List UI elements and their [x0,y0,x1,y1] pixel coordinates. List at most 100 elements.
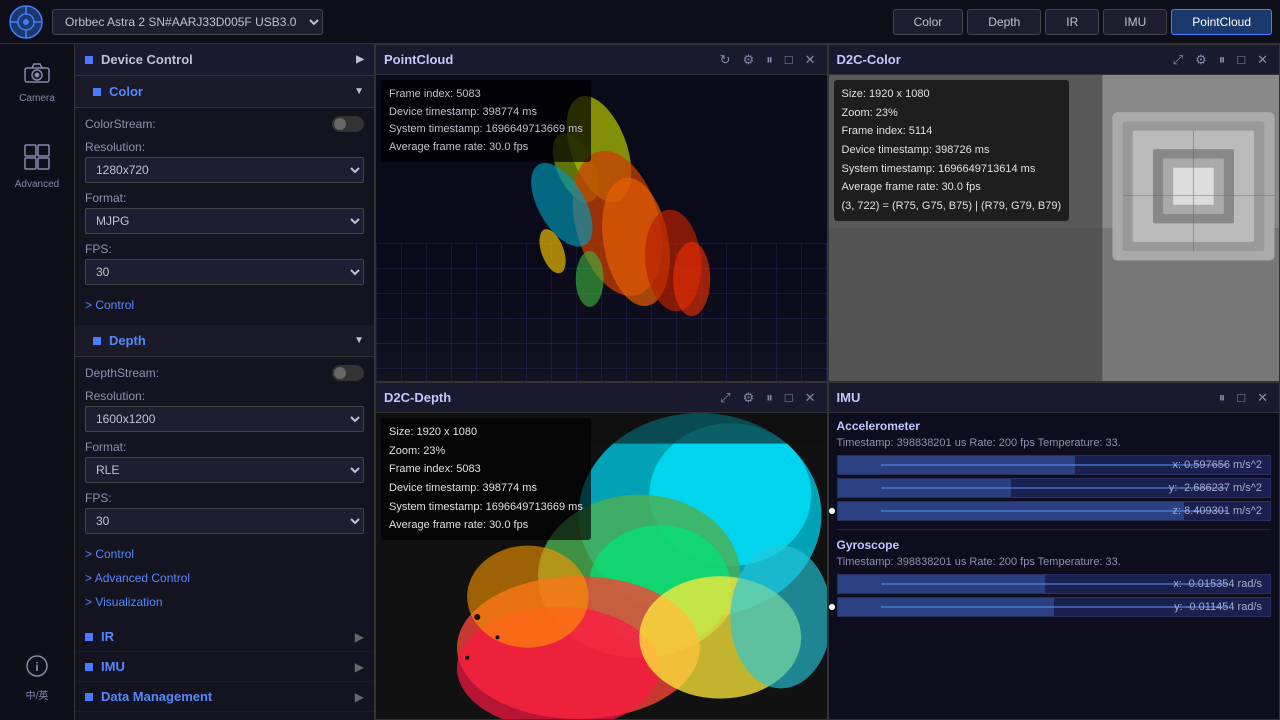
gyro-meta: Timestamp: 398838201 us Rate: 200 fps Te… [837,556,1272,568]
sidebar-item-camera[interactable]: Camera [0,52,74,114]
imu-maximize-btn[interactable]: □ [1234,389,1248,406]
d2c-depth-expand-btn[interactable]: ⤢ [717,389,733,407]
depth-control-link[interactable]: Control [85,542,364,566]
data-management-row[interactable]: Data Management ▶ [75,682,374,712]
color-stream-toggle-row: ColorStream: [85,116,364,132]
device-control-chevron: ▶ [356,54,364,65]
pointcloud-panel-header: PointCloud ↻ ⚙ ⏸ □ ✕ [376,45,827,75]
color-stream-toggle[interactable] [332,116,364,132]
device-control-indicator [85,56,93,64]
imu-chevron: ▶ [355,660,364,674]
tab-pointcloud[interactable]: PointCloud [1171,9,1272,35]
depth-resolution-select[interactable]: 1600x1200640x4801280x1024 [85,406,364,432]
stream-tabs: Color Depth IR IMU PointCloud [893,9,1272,35]
pointcloud-refresh-btn[interactable]: ↻ [717,51,734,69]
imu-row[interactable]: IMU ▶ [75,652,374,682]
d2c-color-pause-btn[interactable]: ⏸ [1216,51,1229,69]
pc-frame-index: Frame index: 5083 [389,86,583,104]
d2c-color-expand-btn[interactable]: ⤢ [1170,51,1186,69]
sidebar-item-info[interactable]: i 中/英 [0,644,74,712]
gyro-y-label: y: -0.011454 rad/s [1174,601,1262,613]
pointcloud-settings-btn[interactable]: ⚙ [740,51,758,69]
d2c-color-close-btn[interactable]: ✕ [1254,51,1271,69]
pointcloud-close-btn[interactable]: ✕ [802,51,819,69]
sidebar-item-advanced[interactable]: Advanced [0,134,74,200]
d2c-color-settings-btn[interactable]: ⚙ [1192,51,1210,69]
pointcloud-maximize-btn[interactable]: □ [782,51,796,68]
device-selector[interactable]: Orbbec Astra 2 SN#AARJ33D005F USB3.0 [52,9,323,35]
device-control-header[interactable]: Device Control ▶ [75,44,374,76]
color-fps-select[interactable]: 301560 [85,259,364,285]
color-indicator [93,88,101,96]
depth-stream-toggle[interactable] [332,365,364,381]
color-fps-label: FPS: [85,242,364,256]
d2c-depth-avg-fps: Average frame rate: 30.0 fps [389,516,583,535]
accel-y-row: y: -2.686237 m/s^2 [837,478,1272,498]
color-resolution-select[interactable]: 1280x720640x4801920x1080 [85,157,364,183]
imu-panel-header: IMU ⏸ □ ✕ [829,383,1280,413]
d2c-depth-settings-btn[interactable]: ⚙ [740,389,758,407]
depth-fps-select[interactable]: 30155 [85,508,364,534]
depth-format-field: Format: RLEY16Y11 [85,440,364,483]
depth-fps-field: FPS: 30155 [85,491,364,534]
d2c-depth-info-overlay: Size: 1920 x 1080 Zoom: 23% Frame index:… [381,418,591,540]
pointcloud-panel-controls: ↻ ⚙ ⏸ □ ✕ [717,51,819,69]
accel-z-dot [829,508,835,514]
pointcloud-panel: PointCloud ↻ ⚙ ⏸ □ ✕ [375,44,828,382]
pc-system-timestamp: System timestamp: 1696649713669 ms [389,121,583,139]
d2c-color-pixel-info: (3, 722) = (R75, G75, B75) | (R79, G79, … [842,197,1062,216]
accel-y-label: y: -2.686237 m/s^2 [1169,482,1262,494]
info-icon: i [25,654,49,684]
d2c-depth-device-ts: Device timestamp: 398774 ms [389,479,583,498]
tab-imu[interactable]: IMU [1103,9,1167,35]
imu-pause-btn[interactable]: ⏸ [1216,389,1229,407]
d2c-color-header: D2C-Color ⤢ ⚙ ⏸ □ ✕ [829,45,1280,75]
depth-advanced-control-link[interactable]: Advanced Control [85,566,364,590]
d2c-color-canvas[interactable]: Size: 1920 x 1080 Zoom: 23% Frame index:… [829,75,1280,381]
accel-title: Accelerometer [837,419,1272,433]
imu-panel-content: Accelerometer Timestamp: 398838201 us Ra… [829,413,1280,719]
sidebar-camera-label: Camera [19,93,55,104]
depth-visualization-link[interactable]: Visualization [85,590,364,614]
d2c-depth-canvas[interactable]: Size: 1920 x 1080 Zoom: 23% Frame index:… [376,413,827,719]
color-section-body: ColorStream: Resolution: 1280x720640x480… [75,108,374,325]
d2c-color-avg-fps: Average frame rate: 30.0 fps [842,178,1062,197]
main-content: Camera Advanced i [0,44,1280,720]
sidebar-lang-label: 中/英 [26,687,49,702]
pointcloud-pause-btn[interactable]: ⏸ [763,51,776,69]
imu-label: IMU [101,659,125,674]
d2c-color-maximize-btn[interactable]: □ [1234,51,1248,68]
pointcloud-canvas[interactable]: Frame index: 5083 Device timestamp: 3987… [376,75,827,381]
ir-row[interactable]: IR ▶ [75,622,374,652]
pointcloud-panel-title: PointCloud [384,52,453,67]
color-section-header[interactable]: Color ▼ [75,76,374,108]
color-format-field: Format: MJPGYUY2RGB [85,191,364,234]
depth-format-select[interactable]: RLEY16Y11 [85,457,364,483]
tab-color[interactable]: Color [893,9,964,35]
d2c-color-size: Size: 1920 x 1080 [842,85,1062,104]
accel-z-bar: z: 8.409301 m/s^2 [837,501,1272,521]
tab-ir[interactable]: IR [1045,9,1099,35]
imu-panel-controls: ⏸ □ ✕ [1216,389,1271,407]
svg-text:i: i [35,660,38,674]
gyro-x-row: x: -0.015354 rad/s [837,574,1272,594]
color-format-select[interactable]: MJPGYUY2RGB [85,208,364,234]
gyro-title: Gyroscope [837,538,1272,552]
d2c-color-controls: ⤢ ⚙ ⏸ □ ✕ [1170,51,1271,69]
d2c-color-system-ts: System timestamp: 1696649713614 ms [842,160,1062,179]
d2c-depth-pause-btn[interactable]: ⏸ [763,389,776,407]
imu-content: Accelerometer Timestamp: 398838201 us Ra… [829,413,1280,719]
color-resolution-field: Resolution: 1280x720640x4801920x1080 [85,140,364,183]
gyro-y-bar: y: -0.011454 rad/s [837,597,1272,617]
tab-depth[interactable]: Depth [967,9,1041,35]
camera-icon [23,62,51,90]
d2c-depth-close-btn[interactable]: ✕ [802,389,819,407]
depth-chevron: ▼ [354,335,364,346]
ir-chevron: ▶ [355,630,364,644]
depth-section-header[interactable]: Depth ▼ [75,325,374,357]
color-control-link[interactable]: Control [85,293,364,317]
d2c-color-frame-index: Frame index: 5114 [842,122,1062,141]
imu-close-btn[interactable]: ✕ [1254,389,1271,407]
d2c-depth-maximize-btn[interactable]: □ [782,389,796,406]
imu-panel: IMU ⏸ □ ✕ Accelerometer Timestamp: 39883… [828,382,1280,720]
